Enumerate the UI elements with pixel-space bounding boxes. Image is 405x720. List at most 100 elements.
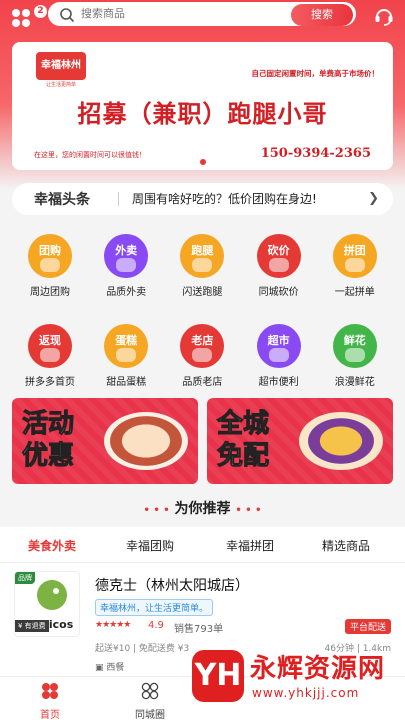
category-label: 品质老店 (182, 377, 223, 388)
category-item[interactable]: 超市 超市便利 (241, 324, 317, 388)
bento-image (299, 412, 383, 470)
search-input[interactable] (81, 3, 281, 25)
category-icon-tag: 外卖 (115, 244, 138, 257)
promo-free-delivery-banner[interactable]: 全城免配 (207, 398, 393, 484)
store-category-label: 西餐 (106, 663, 125, 673)
dots-decoration: • • • (143, 505, 170, 516)
category-icon-tag: 团购 (39, 244, 61, 257)
store-rating: 4.9 (148, 620, 164, 631)
category-icon: 超市 (256, 324, 301, 368)
nav-city-circle-label: 同城圈 (135, 710, 165, 720)
promo-activity-text: 活动优惠 (22, 409, 75, 472)
refund-tag: ¥ 有退费 (15, 620, 49, 632)
banner-phone: 150-9394-2365 (260, 146, 371, 161)
category-label: 拼多多首页 (25, 377, 75, 388)
category-icon: 砍价 (256, 234, 301, 278)
menu-button[interactable]: 2 (8, 5, 47, 31)
category-label: 闪送跑腿 (182, 287, 223, 298)
category-icon-tag: 超市 (267, 334, 290, 347)
category-icon: 外卖 (104, 234, 149, 278)
category-item[interactable]: 外卖 品质外卖 (88, 234, 164, 298)
store-name: 德克士（林州太阳城店） (95, 578, 249, 594)
category-item[interactable]: 蛋糕 甜品蛋糕 (88, 324, 164, 388)
category-label: 浪漫鲜花 (334, 377, 375, 388)
message-badge: 2 (34, 5, 47, 18)
store-category: ▣ 西餐 (95, 660, 124, 673)
category-icon-tag: 返现 (39, 334, 61, 347)
category-icon: 鲜花 (332, 324, 377, 368)
banner-logo-text: 幸福林州 (36, 52, 86, 80)
banner-logo: 幸福林州 让生活更简单 (36, 52, 86, 88)
customer-service-icon[interactable] (373, 5, 395, 27)
news-ticker[interactable]: 幸福头条 周围有啥好吃的？低价团购在身边! ❯ (12, 183, 393, 215)
category-item[interactable]: 砍价 同城砍价 (241, 234, 317, 298)
news-divider (118, 192, 119, 206)
search-bar[interactable]: 搜索 (48, 2, 356, 26)
tab-group-buy[interactable]: 幸福团购 (126, 537, 174, 554)
promo-free-delivery-text: 全城免配 (217, 409, 270, 472)
category-icon-shape (344, 258, 365, 272)
grid-menu-icon (12, 9, 30, 27)
promo-activity-banner[interactable]: 活动优惠 (12, 398, 198, 484)
store-slogan: 幸福林州，让生活更简单。 (95, 599, 214, 616)
food-dish-image (104, 412, 188, 470)
brand-tag: 品牌 (15, 572, 35, 584)
watermark: YH 永辉资源网 www.yhkjjj.com (192, 646, 398, 718)
category-icon-tag: 老店 (191, 334, 214, 347)
tab-food-delivery[interactable]: 美食外卖 (28, 537, 76, 554)
nav-home[interactable]: 首页 (20, 681, 80, 720)
category-label: 甜品蛋糕 (106, 377, 147, 388)
platform-delivery-badge: 平台配送 (344, 619, 391, 634)
category-grid: 团购 周边团购 外卖 品质外卖 跑腿 闪送跑腿 砍价 同城砍价 拼团 一起拼单 返现 拼多多首页 蛋糕甜… (12, 226, 393, 388)
category-icon-tag: 砍价 (267, 244, 290, 257)
dicos-bird-logo (37, 580, 67, 610)
recruitment-banner[interactable]: 幸福林州 让生活更简单 自己固定闲置时间，单费高于市场价！ 招募（兼职）跑腿小哥… (12, 42, 393, 170)
category-item[interactable]: 老店 品质老店 (164, 324, 240, 388)
tab-featured[interactable]: 精选商品 (322, 537, 370, 554)
category-icon-shape (116, 348, 137, 362)
category-icon: 返现 (28, 324, 72, 368)
shop-icon: ▣ (95, 663, 104, 673)
category-icon: 老店 (180, 324, 225, 368)
category-icon: 团购 (28, 234, 72, 278)
category-icon: 拼团 (332, 234, 377, 278)
carousel-indicator (200, 159, 206, 165)
category-icon-tag: 拼团 (343, 244, 366, 257)
category-icon-shape (40, 348, 60, 362)
category-icon: 跑腿 (180, 234, 225, 278)
banner-subtitle: 在这里，您的闲置时间可以很值钱！ (34, 151, 146, 159)
category-label: 一起拼单 (334, 287, 375, 298)
banner-title: 招募（兼职）跑腿小哥 (77, 99, 328, 128)
nav-city-circle[interactable]: 同城圈 (120, 681, 180, 720)
watermark-title: 永辉资源网 (250, 654, 386, 684)
category-icon-shape (116, 258, 137, 272)
category-item[interactable]: 返现 拼多多首页 (12, 324, 88, 388)
search-button[interactable]: 搜索 (291, 4, 353, 26)
recommend-tabs: 美食外卖 幸福团购 幸福拼团 精选商品 (0, 527, 405, 563)
category-item[interactable]: 团购 周边团购 (12, 234, 88, 298)
search-icon (60, 8, 75, 23)
banner-note: 自己固定闲置时间，单费高于市场价！ (251, 69, 380, 78)
home-icon (42, 683, 58, 699)
recommend-title: • • • 为你推荐 • • • (0, 498, 405, 518)
category-icon-shape (268, 258, 289, 272)
tab-group-order[interactable]: 幸福拼团 (226, 537, 274, 554)
category-label: 品质外卖 (106, 287, 147, 298)
dots-decoration: • • • (235, 505, 262, 516)
store-image: 品牌 dicos ¥ 有退费 (14, 571, 80, 637)
category-icon-shape (268, 348, 289, 362)
banner-logo-sub: 让生活更简单 (45, 82, 76, 88)
category-icon-shape (192, 258, 213, 272)
category-item[interactable]: 拼团 一起拼单 (317, 234, 393, 298)
news-text: 周围有啥好吃的？低价团购在身边! (132, 192, 317, 206)
category-item[interactable]: 鲜花 浪漫鲜花 (317, 324, 393, 388)
recommend-title-text: 为你推荐 (174, 501, 231, 517)
category-item[interactable]: 跑腿 闪送跑腿 (164, 234, 240, 298)
store-sales: 销售793单 (174, 624, 224, 635)
category-icon-shape (40, 258, 60, 272)
community-icon (141, 682, 159, 700)
watermark-logo: YH (192, 650, 244, 702)
category-icon-tag: 蛋糕 (115, 334, 138, 347)
delivery-info: 起送¥10 | 免配送费 ¥3 (95, 644, 190, 654)
category-icon: 蛋糕 (104, 324, 149, 368)
